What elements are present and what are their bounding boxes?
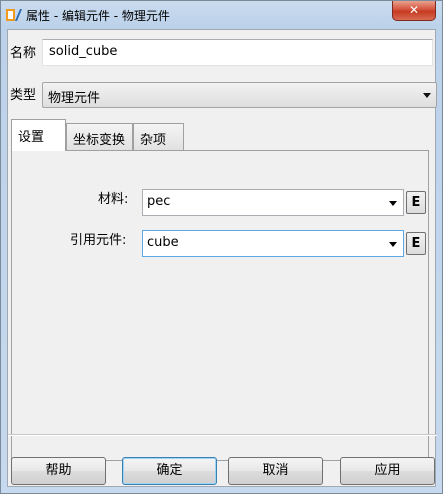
tab-coordinate-transform[interactable]: 坐标变换 <box>66 123 133 150</box>
material-edit-label: E <box>411 195 421 210</box>
tab-settings[interactable]: 设置 <box>11 119 66 151</box>
button-separator <box>8 434 437 436</box>
ref-element-combobox[interactable]: cube <box>142 230 404 257</box>
tab-misc-label: 杂项 <box>140 133 167 148</box>
cancel-button-label: 取消 <box>262 463 289 478</box>
material-combobox-value: pec <box>147 194 171 209</box>
material-label: 材料: <box>98 192 129 207</box>
tab-misc[interactable]: 杂项 <box>133 123 184 150</box>
settings-panel: 材料: pec E 引用元件: cube E <box>11 150 429 461</box>
app-logo-icon <box>6 9 22 21</box>
chevron-down-icon <box>423 93 431 98</box>
name-input[interactable]: solid_cube <box>42 39 433 66</box>
ok-button-label: 确定 <box>156 463 183 478</box>
name-input-value: solid_cube <box>49 44 118 59</box>
ok-button[interactable]: 确定 <box>122 457 217 485</box>
material-combobox[interactable]: pec <box>142 189 404 216</box>
tab-settings-label: 设置 <box>18 130 45 145</box>
dialog-body: 名称 solid_cube 类型 物理元件 设置 坐标变换 杂项 材料: pec… <box>7 29 437 487</box>
chevron-down-icon[interactable] <box>389 201 397 206</box>
title-bar[interactable]: 属性 - 编辑元件 - 物理元件 ✕ <box>1 1 442 29</box>
close-icon: ✕ <box>408 3 420 17</box>
ref-element-edit-button[interactable]: E <box>406 232 426 255</box>
help-button[interactable]: 帮助 <box>11 457 106 485</box>
tab-coordinate-transform-label: 坐标变换 <box>73 133 126 148</box>
material-edit-button[interactable]: E <box>406 191 426 214</box>
close-button[interactable]: ✕ <box>392 1 436 21</box>
cancel-button[interactable]: 取消 <box>228 457 323 485</box>
properties-dialog: 属性 - 编辑元件 - 物理元件 ✕ 名称 solid_cube 类型 物理元件… <box>0 0 443 494</box>
help-button-label: 帮助 <box>45 463 72 478</box>
chevron-down-icon[interactable] <box>389 242 397 247</box>
type-select-value: 物理元件 <box>48 91 101 106</box>
type-select[interactable]: 物理元件 <box>42 82 437 108</box>
apply-button-label: 应用 <box>374 463 401 478</box>
name-label: 名称 <box>10 46 37 61</box>
ref-element-label: 引用元件: <box>70 233 127 248</box>
ref-element-combobox-value: cube <box>147 235 179 250</box>
window-title: 属性 - 编辑元件 - 物理元件 <box>26 9 170 23</box>
apply-button[interactable]: 应用 <box>340 457 435 485</box>
ref-element-edit-label: E <box>411 236 421 251</box>
type-label: 类型 <box>10 88 37 103</box>
